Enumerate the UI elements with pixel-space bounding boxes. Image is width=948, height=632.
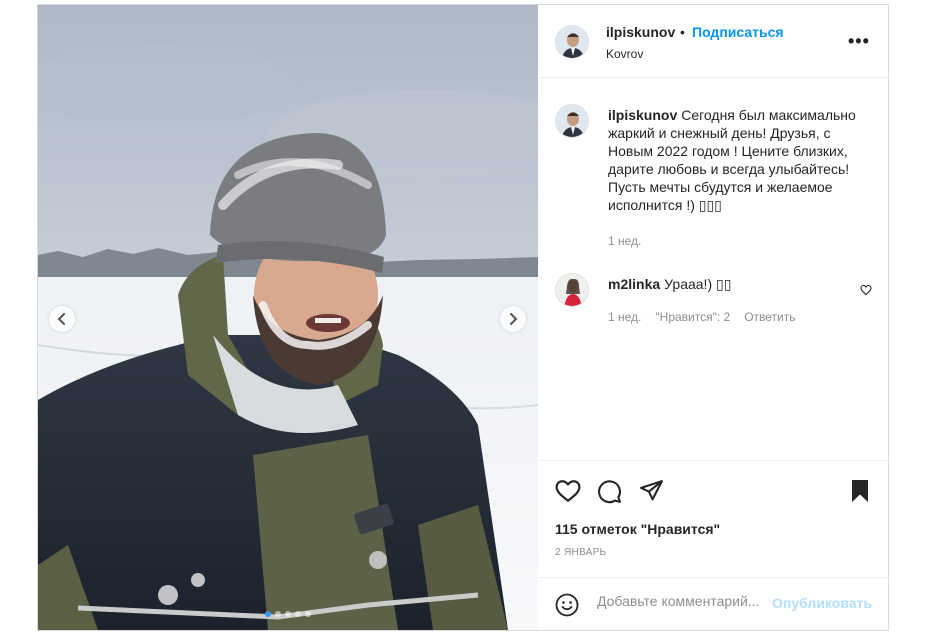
- comment-input[interactable]: [597, 593, 767, 609]
- location-link[interactable]: Kovrov: [606, 47, 643, 61]
- username-link[interactable]: ilpiskunov: [606, 24, 675, 40]
- reply-button[interactable]: Ответить: [744, 310, 795, 324]
- smiley-icon[interactable]: [555, 593, 579, 617]
- carousel-prev-button[interactable]: [49, 306, 75, 332]
- photo-image: [38, 5, 538, 630]
- paper-plane-icon[interactable]: [639, 479, 664, 502]
- caption-username[interactable]: ilpiskunov: [608, 107, 677, 123]
- heart-icon[interactable]: [555, 479, 581, 503]
- carousel-dot: [275, 611, 281, 617]
- comment-username[interactable]: m2linka: [608, 276, 660, 292]
- add-comment-bar: Опубликовать: [539, 577, 889, 631]
- post-date[interactable]: 2 ЯНВАРЬ: [555, 547, 606, 558]
- avatar[interactable]: [555, 273, 589, 307]
- chevron-left-icon: [57, 313, 65, 325]
- comment: m2linka Урааа!) ▯▯: [608, 275, 731, 293]
- post-caption: ilpiskunov Сегодня был максимально жаркий…: [608, 106, 870, 214]
- post-side-panel: ilpiskunov • Подписаться Kovrov ••• ilpi…: [539, 5, 889, 630]
- carousel-dot: [285, 611, 291, 617]
- more-icon[interactable]: •••: [848, 31, 870, 52]
- avatar[interactable]: [555, 25, 589, 59]
- caption-timestamp[interactable]: 1 нед.: [608, 234, 641, 248]
- carousel-dot: [305, 611, 311, 617]
- follow-button[interactable]: Подписаться: [692, 24, 784, 40]
- post-header: ilpiskunov • Подписаться Kovrov •••: [539, 5, 889, 78]
- chevron-right-icon: [510, 313, 518, 325]
- carousel-dot: [265, 611, 271, 617]
- carousel-indicator: [38, 611, 538, 617]
- post-photo[interactable]: [38, 5, 538, 630]
- post-card: ilpiskunov • Подписаться Kovrov ••• ilpi…: [37, 4, 889, 631]
- comment-likes[interactable]: "Нравится": 2: [655, 310, 730, 324]
- publish-button[interactable]: Опубликовать: [772, 595, 872, 611]
- comment-timestamp[interactable]: 1 нед.: [608, 310, 641, 324]
- carousel-next-button[interactable]: [500, 306, 526, 332]
- likes-count[interactable]: 115 отметок "Нравится": [555, 521, 720, 537]
- post-actions: 115 отметок "Нравится" 2 ЯНВАРЬ Опублико…: [539, 460, 889, 630]
- heart-icon[interactable]: [860, 284, 872, 296]
- bookmark-icon[interactable]: [850, 479, 870, 503]
- comment-icon[interactable]: [597, 479, 622, 504]
- comment-text: Урааа!) ▯▯: [664, 276, 732, 292]
- carousel-dot: [295, 611, 301, 617]
- avatar[interactable]: [555, 104, 589, 138]
- separator-dot: •: [680, 24, 685, 40]
- comment-meta: 1 нед. "Нравится": 2 Ответить: [608, 310, 796, 324]
